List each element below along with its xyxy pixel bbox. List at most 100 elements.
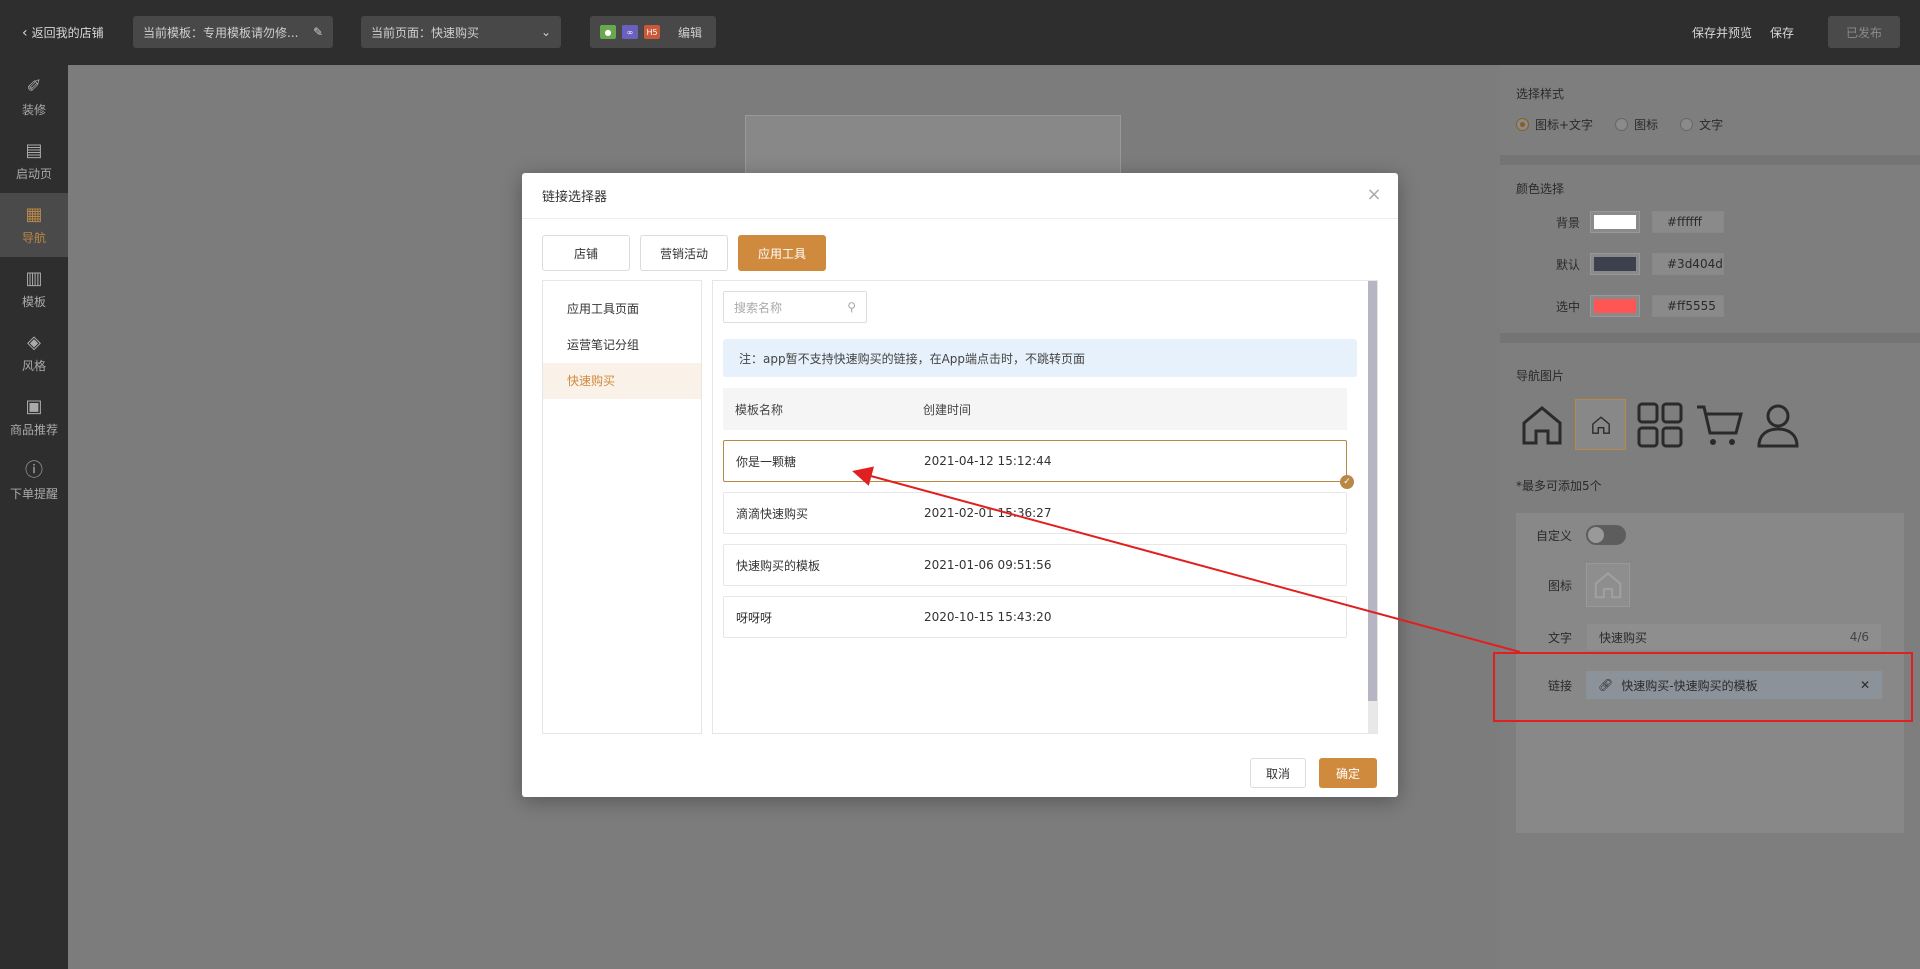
- nav-label: 装修: [21, 102, 46, 117]
- save-preview-button[interactable]: 保存并预览: [1692, 24, 1752, 41]
- category-item-selected[interactable]: 快速购买: [543, 363, 701, 399]
- text-label: 文字: [1547, 630, 1572, 645]
- dialog-title: 链接选择器: [542, 190, 608, 205]
- table-row[interactable]: 呀呀呀 2020-10-15 15:43:20: [723, 596, 1347, 638]
- template-list-panel: 搜索名称 ⚲ 注：app暂不支持快速购买的链接，在App端点击时，不跳转页面 模…: [712, 280, 1378, 734]
- tab-marketing[interactable]: 营销活动: [640, 235, 728, 271]
- color-hex[interactable]: #ff5555: [1652, 295, 1724, 317]
- search-icon[interactable]: ⚲: [847, 300, 856, 314]
- home-icon[interactable]: [1516, 399, 1567, 450]
- grid-icon[interactable]: [1634, 399, 1685, 450]
- search-input[interactable]: 搜索名称 ⚲: [723, 291, 867, 323]
- tab-shop[interactable]: 店铺: [542, 235, 630, 271]
- color-label: 默认: [1555, 257, 1580, 272]
- edit-label: 编辑: [678, 25, 703, 40]
- confirm-button[interactable]: 确定: [1319, 758, 1377, 788]
- nav-item-goods[interactable]: ▣ 商品推荐: [0, 385, 68, 449]
- column-header: 创建时间: [923, 402, 972, 417]
- radio-dot: [1680, 118, 1694, 131]
- row-name: 呀呀呀: [736, 610, 773, 625]
- color-swatch[interactable]: [1590, 253, 1640, 275]
- nav-label: 启动页: [15, 166, 52, 181]
- nav-item-order-reminder[interactable]: ⓘ 下单提醒: [0, 449, 68, 513]
- row-name: 你是一颗糖: [736, 454, 797, 469]
- publish-button[interactable]: 已发布: [1828, 16, 1900, 48]
- platforms-edit[interactable]: ● ∞ H5 编辑: [590, 16, 716, 48]
- nav-item-style[interactable]: ◈ 风格: [0, 321, 68, 385]
- nav-label: 下单提醒: [9, 486, 58, 501]
- color-row-selected: 选中 #ff5555: [1540, 295, 1724, 317]
- text-count: 4/6: [1849, 630, 1869, 644]
- radio-text[interactable]: 文字: [1680, 116, 1723, 133]
- color-swatch[interactable]: [1590, 211, 1640, 233]
- custom-row: 自定义: [1516, 525, 1904, 545]
- dialog-header: 链接选择器: [522, 173, 1398, 219]
- top-bar: ‹ 返回我的店铺 当前模板：专用模板请勿修... ✎ 当前页面：快速购买 ⌄ ●…: [0, 0, 1920, 65]
- table-row[interactable]: 滴滴快速购买 2021-02-01 15:36:27: [723, 492, 1347, 534]
- tab-app-tools[interactable]: 应用工具: [738, 235, 826, 271]
- nav-image-list: [1516, 399, 1803, 450]
- home-small-icon[interactable]: [1575, 399, 1626, 450]
- color-row-default: 默认 #3d404d: [1540, 253, 1724, 275]
- table-row[interactable]: 快速购买的模板 2021-01-06 09:51:56: [723, 544, 1347, 586]
- close-icon[interactable]: ×: [1364, 185, 1384, 205]
- nav-item-decorate[interactable]: ✐ 装修: [0, 65, 68, 129]
- category-item[interactable]: 运营笔记分组: [543, 327, 701, 363]
- right-settings-panel: 选择样式 图标+文字 图标 文字 颜色选择 背景 #ffffff 默认 #3d4…: [1500, 65, 1920, 969]
- search-placeholder: 搜索名称: [734, 300, 783, 315]
- edit-pencil-icon[interactable]: ✎: [313, 25, 323, 39]
- text-row: 文字 快速购买 4/6: [1516, 623, 1904, 651]
- color-section-title: 颜色选择: [1516, 182, 1565, 196]
- table-row[interactable]: 你是一颗糖 2021-04-12 15:12:44 ✓: [723, 440, 1354, 489]
- nav-label: 商品推荐: [9, 422, 58, 437]
- current-template-selector[interactable]: 当前模板：专用模板请勿修... ✎: [133, 16, 333, 48]
- nav-item-template[interactable]: ▥ 模板: [0, 257, 68, 321]
- h5-icon: H5: [644, 25, 660, 39]
- page-label: 当前页面：快速购买: [371, 25, 480, 40]
- grid-icon: ▦: [25, 203, 43, 225]
- brush-icon: ✐: [26, 75, 42, 97]
- row-time: 2021-04-12 15:12:44: [924, 454, 1052, 468]
- radio-icon[interactable]: 图标: [1615, 116, 1658, 133]
- nav-item-launch-page[interactable]: ▤ 启动页: [0, 129, 68, 193]
- cancel-button[interactable]: 取消: [1250, 758, 1306, 788]
- user-icon[interactable]: [1752, 399, 1803, 450]
- save-button[interactable]: 保存: [1770, 24, 1794, 41]
- color-label: 选中: [1555, 299, 1580, 314]
- radio-icon-text[interactable]: 图标+文字: [1516, 116, 1593, 133]
- cart-icon[interactable]: [1693, 399, 1744, 450]
- icon-label: 图标: [1547, 578, 1572, 593]
- nav-label: 风格: [21, 358, 46, 373]
- current-page-select[interactable]: 当前页面：快速购买 ⌄: [361, 16, 561, 48]
- scrollbar-thumb[interactable]: [1368, 281, 1377, 701]
- back-label: 返回我的店铺: [31, 26, 104, 40]
- category-item[interactable]: 应用工具页面: [543, 291, 701, 327]
- radio-dot: [1615, 118, 1629, 131]
- text-input[interactable]: 快速购买 4/6: [1586, 623, 1882, 651]
- divider: [1500, 333, 1920, 343]
- back-to-shop-link[interactable]: ‹ 返回我的店铺: [22, 24, 104, 41]
- radio-label: 图标: [1634, 118, 1659, 132]
- left-nav: ✐ 装修 ▤ 启动页 ▦ 导航 ▥ 模板 ◈ 风格 ▣ 商品推荐 ⓘ 下单提醒: [0, 65, 68, 969]
- notice-banner: 注：app暂不支持快速购买的链接，在App端点击时，不跳转页面: [723, 339, 1357, 377]
- scrollbar[interactable]: [1368, 281, 1377, 733]
- wechat-icon: ●: [600, 25, 616, 39]
- chevron-left-icon: ‹: [22, 24, 28, 41]
- icon-upload[interactable]: [1586, 563, 1630, 607]
- page-icon: ▤: [25, 139, 43, 161]
- annotation-highlight-box: [1493, 652, 1913, 722]
- icon-row: 图标: [1516, 563, 1904, 607]
- link-selector-dialog: 链接选择器 × 店铺 营销活动 应用工具 应用工具页面 运营笔记分组 快速购买 …: [522, 173, 1398, 797]
- color-swatch[interactable]: [1590, 295, 1640, 317]
- color-hex[interactable]: #3d404d: [1652, 253, 1724, 275]
- row-name: 滴滴快速购买: [736, 506, 809, 521]
- nav-label: 模板: [21, 294, 46, 309]
- custom-toggle[interactable]: [1586, 525, 1626, 545]
- row-time: 2021-01-06 09:51:56: [924, 558, 1052, 572]
- radio-dot: [1516, 118, 1529, 131]
- color-hex[interactable]: #ffffff: [1652, 211, 1724, 233]
- color-row-background: 背景 #ffffff: [1540, 211, 1724, 233]
- max-note: *最多可添加5个: [1516, 479, 1602, 493]
- row-name: 快速购买的模板: [736, 558, 821, 573]
- nav-item-navigation[interactable]: ▦ 导航: [0, 193, 68, 257]
